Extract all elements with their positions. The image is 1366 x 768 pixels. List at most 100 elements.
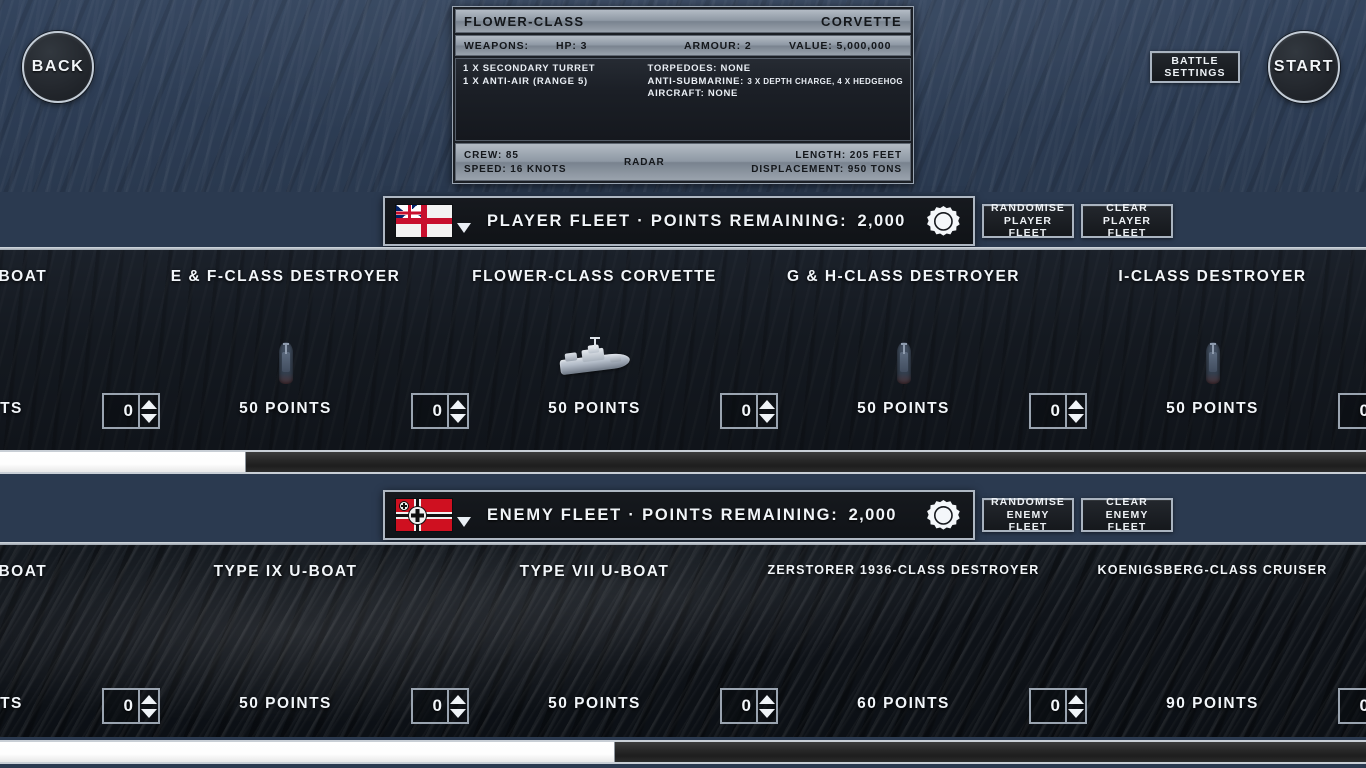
ship-info-stats-row: WEAPONS: HP: 3 ARMOUR: 2 VALUE: 5,000,00…	[455, 35, 911, 56]
randomise-player-fleet-button[interactable]: RANDOMISE PLAYER FLEET	[982, 202, 1074, 239]
clear-enemy-line1: CLEAR ENEMY	[1105, 496, 1149, 521]
white-ensign-flag-icon[interactable]	[395, 204, 453, 238]
union-jack-canton	[396, 205, 423, 221]
kriegsmarine-flag-icon[interactable]	[395, 498, 453, 532]
ship-sprite[interactable]	[278, 342, 293, 384]
battle-settings-button[interactable]: BATTLE SETTINGS	[1150, 51, 1240, 83]
iron-cross-center-disc	[407, 505, 427, 525]
enemy-fleet-bar: ENEMY FLEET · POINTS REMAINING: 2,000	[383, 490, 975, 540]
player-points-remaining: 2,000	[857, 211, 906, 230]
length-stat: LENGTH: 205 FEET	[795, 149, 902, 161]
start-button[interactable]: START	[1268, 31, 1340, 103]
player-ship-cells: TORPEDO BOAT20 POINTS0E & F-CLASS DESTRO…	[0, 250, 1366, 450]
player-fleet-title: PLAYER FLEET · POINTS REMAINING:	[487, 211, 848, 230]
ship-quantity-value[interactable]: 0	[1338, 688, 1366, 724]
ship-points-label: 50 POINTS	[857, 400, 950, 417]
weapon-entry: 1 X SECONDARY TURRET	[463, 63, 596, 74]
player-fleet-bar: PLAYER FLEET · POINTS REMAINING: 2,000	[383, 196, 975, 246]
player-fleet-scrollbar-thumb[interactable]	[0, 452, 246, 472]
ship-info-body: 1 X SECONDARY TURRET 1 X ANTI-AIR (RANGE…	[455, 58, 911, 141]
ship-cell[interactable]: TYPE IX U-BOAT 50 POINTS	[131, 545, 440, 737]
fleet-setup-screen: BACK BATTLE SETTINGS START FLOWER-CLASS …	[0, 0, 1366, 768]
player-flag-dropdown-caret-icon[interactable]	[457, 223, 471, 233]
ship-sprite-selected[interactable]	[558, 337, 631, 382]
ship-cell[interactable]: KOENIGSBERG-CLASS CRUISER 90 POINTS	[1058, 545, 1366, 737]
ship-class-name: FLOWER-CLASS	[464, 13, 585, 29]
ship-quantity-stepper[interactable]: 0	[1338, 688, 1366, 724]
randomise-enemy-line1: RANDOMISE	[990, 496, 1066, 509]
armour-stat: ARMOUR: 2	[684, 39, 752, 52]
ship-sprite[interactable]	[896, 342, 911, 384]
torpedoes-info: TORPEDOES: NONE	[647, 63, 751, 74]
ship-name: E & F-CLASS DESTROYER	[170, 268, 401, 285]
ship-type-name: CORVETTE	[821, 13, 902, 29]
clear-enemy-fleet-button[interactable]: CLEAR ENEMY FLEET	[1081, 496, 1173, 534]
ship-sprite[interactable]	[1205, 342, 1220, 384]
enemy-fleet-header: ENEMY FLEET · POINTS REMAINING: 2,000 RA…	[383, 490, 1173, 540]
ship-cell[interactable]: TYPE VII U-BOAT 50 POINTS	[440, 545, 749, 737]
back-button-label: BACK	[31, 58, 85, 75]
battle-settings-line2: SETTINGS	[1164, 67, 1226, 79]
ship-crew-speed: CREW: 85 SPEED: 16 KNOTS	[464, 150, 624, 175]
radar-stat: RADAR	[624, 156, 665, 168]
anti-submarine-info: ANTI-SUBMARINE: 3 X DEPTH CHARGE, 4 X HE…	[648, 76, 903, 89]
ship-quantity-stepper[interactable]: 0	[1338, 393, 1366, 429]
player-fleet-header: PLAYER FLEET · POINTS REMAINING: 2,000 R…	[383, 196, 1173, 246]
crew-stat: CREW: 85	[464, 149, 519, 161]
displacement-stat: DISPLACEMENT: 950 TONS	[751, 163, 902, 175]
ship-cell[interactable]: ZERSTORER 1936-CLASS DESTROYER 60 POINTS	[749, 545, 1058, 737]
enemy-points-remaining: 2,000	[848, 505, 897, 524]
ship-quantity-value[interactable]: 0	[1338, 393, 1366, 429]
anti-submarine-value: 3 X DEPTH CHARGE, 4 X HEDGEHOG	[747, 76, 903, 86]
ship-name: TORPEDO BOAT	[0, 563, 48, 580]
ship-name: G & H-CLASS DESTROYER	[786, 268, 1020, 285]
radar-stat-wrap: RADAR	[624, 157, 751, 168]
ship-points-label: 90 POINTS	[1166, 695, 1259, 712]
randomise-enemy-line2: ENEMY FLEET	[1006, 508, 1050, 534]
ship-name: I-CLASS DESTROYER	[1118, 268, 1307, 285]
enemy-ship-cells: TORPEDO BOAT20 POINTS0TYPE IX U-BOAT50 P…	[0, 545, 1366, 737]
ship-name: FLOWER-CLASS CORVETTE	[472, 268, 717, 285]
enemy-fleet-title-wrap: ENEMY FLEET · POINTS REMAINING: 2,000	[479, 506, 915, 525]
player-fleet-ship-list[interactable]: TORPEDO BOAT20 POINTS0E & F-CLASS DESTRO…	[0, 250, 1366, 450]
enemy-fleet-title: ENEMY FLEET · POINTS REMAINING:	[487, 505, 839, 524]
ship-cell[interactable]: I-CLASS DESTROYER 50 POINTS	[1058, 250, 1366, 450]
flag-canton-emblem	[399, 501, 409, 511]
ship-cell[interactable]: FLOWER-CLASS CORVETTE 50 POINTS	[440, 250, 749, 450]
ship-systems-list: TORPEDOES: NONE ANTI-SUBMARINE: 3 X DEPT…	[648, 63, 903, 136]
ship-dimensions: LENGTH: 205 FEET DISPLACEMENT: 950 TONS	[751, 150, 902, 175]
gear-icon[interactable]	[923, 495, 963, 535]
weapons-label: WEAPONS:	[464, 39, 529, 52]
ship-points-label: 50 POINTS	[548, 695, 641, 712]
enemy-fleet-ship-list[interactable]: TORPEDO BOAT20 POINTS0TYPE IX U-BOAT50 P…	[0, 545, 1366, 737]
ship-points-label: 50 POINTS	[1166, 400, 1259, 417]
clear-player-line1: CLEAR PLAYER	[1102, 202, 1152, 227]
aircraft-info: AIRCRAFT: NONE	[647, 88, 739, 99]
ship-name: ZERSTORER 1936-CLASS DESTROYER	[767, 563, 1040, 577]
ship-points-label: 50 POINTS	[239, 695, 332, 712]
ship-info-panel: FLOWER-CLASS CORVETTE WEAPONS: HP: 3 ARM…	[452, 6, 914, 184]
battle-settings-line1: BATTLE	[1171, 54, 1219, 67]
clear-enemy-line2: FLEET	[1107, 521, 1147, 534]
hp-stat: HP: 3	[556, 39, 588, 52]
enemy-fleet-scrollbar-thumb[interactable]	[0, 742, 615, 762]
player-fleet-title-wrap: PLAYER FLEET · POINTS REMAINING: 2,000	[479, 212, 915, 231]
value-stat: VALUE: 5,000,000	[789, 39, 892, 52]
back-button[interactable]: BACK	[22, 31, 94, 103]
gear-icon[interactable]	[923, 201, 963, 241]
ship-cell[interactable]: E & F-CLASS DESTROYER 50 POINTS	[131, 250, 440, 450]
randomise-enemy-fleet-button[interactable]: RANDOMISE ENEMY FLEET	[982, 496, 1074, 534]
ship-cell[interactable]: G & H-CLASS DESTROYER 50 POINTS	[749, 250, 1058, 450]
start-button-label: START	[1273, 58, 1335, 75]
enemy-fleet-scrollbar[interactable]	[0, 740, 1366, 764]
ship-info-title-row: FLOWER-CLASS CORVETTE	[455, 9, 911, 33]
ship-points-label: 60 POINTS	[857, 695, 950, 712]
ship-weapons-list: 1 X SECONDARY TURRET 1 X ANTI-AIR (RANGE…	[463, 63, 634, 136]
player-fleet-scrollbar[interactable]	[0, 450, 1366, 474]
anti-submarine-label: ANTI-SUBMARINE:	[647, 75, 745, 87]
ship-name: KOENIGSBERG-CLASS CRUISER	[1097, 563, 1328, 577]
weapon-entry: 1 X ANTI-AIR (RANGE 5)	[463, 75, 588, 87]
enemy-flag-dropdown-caret-icon[interactable]	[457, 517, 471, 527]
clear-player-fleet-button[interactable]: CLEAR PLAYER FLEET	[1081, 202, 1173, 239]
ship-name: TYPE IX U-BOAT	[213, 563, 358, 580]
